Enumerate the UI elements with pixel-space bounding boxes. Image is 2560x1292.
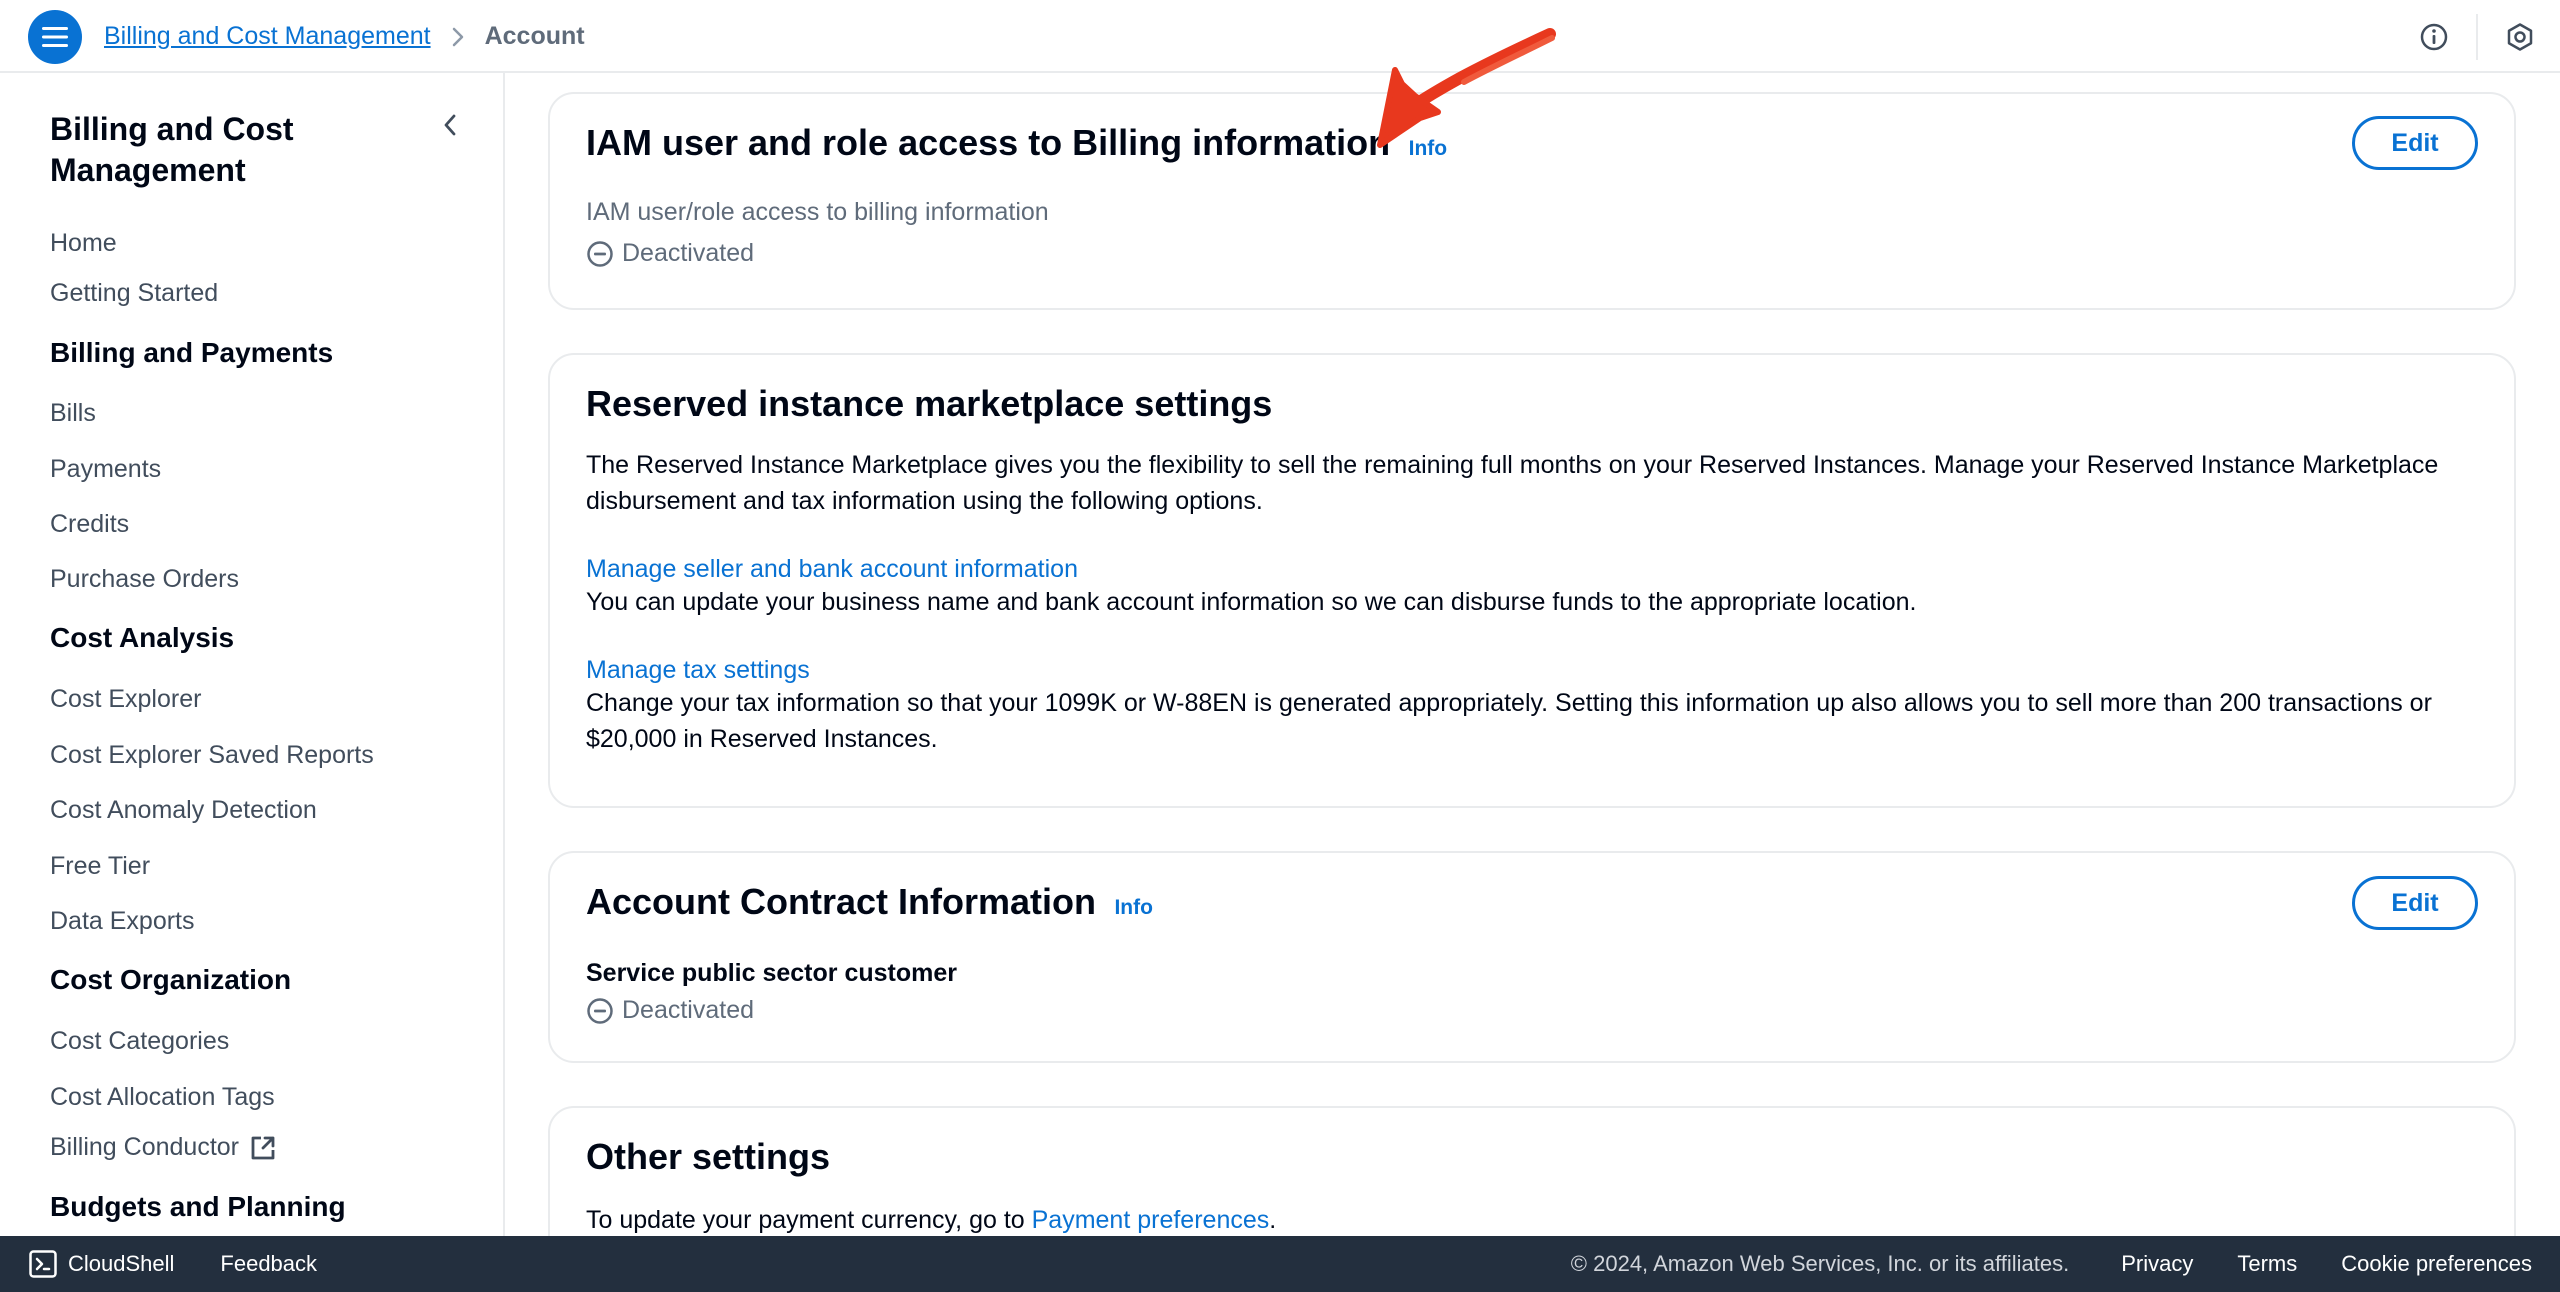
account-contract-card: Account Contract Information Info Edit S…: [548, 851, 2516, 1063]
reserved-instance-card: Reserved instance marketplace settings T…: [548, 353, 2516, 808]
other-card-title: Other settings: [586, 1136, 831, 1177]
contract-status-text: Deactivated: [622, 996, 755, 1024]
sidebar-item-bills[interactable]: Bills: [50, 399, 96, 428]
chevron-right-icon: [451, 26, 465, 48]
sidebar-item-cost-allocation-tags[interactable]: Cost Allocation Tags: [50, 1083, 275, 1112]
sidebar-item-cost-explorer[interactable]: Cost Explorer: [50, 685, 201, 714]
sidebar-item-cost-anomaly-detection[interactable]: Cost Anomaly Detection: [50, 796, 317, 825]
ri-card-title: Reserved instance marketplace settings: [586, 383, 1273, 424]
manage-tax-link[interactable]: Manage tax settings: [586, 656, 2478, 685]
sidebar-item-label: Billing Conductor: [50, 1133, 239, 1161]
feedback-button[interactable]: Feedback: [220, 1251, 317, 1277]
sidebar-item-credits[interactable]: Credits: [50, 510, 129, 539]
settings-button[interactable]: [2500, 17, 2540, 57]
minus-circle-icon: [587, 240, 613, 267]
iam-status: Deactivated: [586, 239, 2478, 268]
contract-info-link[interactable]: Info: [1114, 896, 1152, 920]
top-icons: [2414, 0, 2560, 73]
terms-link[interactable]: Terms: [2237, 1251, 2297, 1277]
info-circle-icon: [2420, 23, 2448, 50]
console-footer: CloudShell Feedback © 2024, Amazon Web S…: [0, 1236, 2560, 1292]
menu-button[interactable]: [28, 10, 82, 64]
info-panel-button[interactable]: [2414, 17, 2454, 57]
payment-currency-prefix: To update your payment currency, go to: [586, 1206, 1032, 1234]
manage-seller-link[interactable]: Manage seller and bank account informati…: [586, 555, 2478, 584]
cloudshell-button[interactable]: CloudShell: [28, 1249, 174, 1279]
payment-currency-suffix: .: [1269, 1206, 1277, 1234]
sidebar-heading-cost-organization: Cost Organization: [50, 964, 292, 995]
copyright-text: © 2024, Amazon Web Services, Inc. or its…: [1570, 1251, 2070, 1276]
breadcrumb-billing-link[interactable]: Billing and Cost Management: [104, 22, 431, 51]
top-navigation-bar: Billing and Cost Management Account: [0, 0, 2560, 73]
annotation-arrow-icon: [1377, 28, 1556, 148]
iam-card-title: IAM user and role access to Billing info…: [586, 122, 1391, 163]
collapse-sidebar-button[interactable]: [436, 111, 464, 139]
contract-card-title: Account Contract Information: [586, 881, 1096, 922]
footer-right: © 2024, Amazon Web Services, Inc. or its…: [1571, 1236, 2532, 1292]
top-divider: [2476, 13, 2478, 60]
minus-circle-icon: [587, 997, 613, 1024]
breadcrumb: Billing and Cost Management Account: [104, 0, 585, 73]
sidebar-heading-budgets-planning: Budgets and Planning: [50, 1191, 346, 1222]
iam-edit-button[interactable]: Edit: [2352, 116, 2478, 170]
sidebar-item-billing-conductor[interactable]: Billing Conductor: [50, 1133, 277, 1162]
contract-status: Deactivated: [586, 996, 2478, 1025]
cookie-preferences-link[interactable]: Cookie preferences: [2341, 1251, 2532, 1277]
hexagon-gear-icon: [2507, 22, 2533, 51]
seller-description: You can update your business name and ba…: [586, 588, 1917, 616]
tax-description: Change your tax information so that your…: [586, 689, 2432, 753]
contract-field-label: Service public sector customer: [586, 959, 957, 987]
iam-status-text: Deactivated: [622, 239, 755, 267]
payment-preferences-link[interactable]: Payment preferences: [1032, 1206, 1270, 1234]
ri-description: The Reserved Instance Marketplace gives …: [586, 451, 2439, 515]
sidebar: Billing and Cost Management Home Getting…: [0, 73, 505, 1236]
footer-left: CloudShell Feedback: [28, 1236, 317, 1292]
sidebar-heading-billing-payments: Billing and Payments: [50, 337, 334, 368]
sidebar-item-free-tier[interactable]: Free Tier: [50, 852, 150, 881]
hamburger-icon: [42, 27, 68, 47]
breadcrumb-current: Account: [484, 22, 585, 50]
sidebar-item-getting-started[interactable]: Getting Started: [50, 279, 218, 308]
chevron-left-icon: [444, 114, 456, 136]
sidebar-item-home[interactable]: Home: [50, 229, 117, 258]
cloudshell-icon: [29, 1250, 57, 1278]
sidebar-item-cost-categories[interactable]: Cost Categories: [50, 1027, 229, 1056]
cloudshell-label: CloudShell: [68, 1251, 175, 1276]
privacy-link[interactable]: Privacy: [2121, 1251, 2193, 1277]
contract-edit-button[interactable]: Edit: [2352, 876, 2478, 930]
sidebar-item-data-exports[interactable]: Data Exports: [50, 907, 195, 936]
iam-field-label: IAM user/role access to billing informat…: [586, 198, 1049, 226]
sidebar-item-cost-explorer-saved-reports[interactable]: Cost Explorer Saved Reports: [50, 741, 374, 770]
sidebar-title: Billing and Cost Management: [50, 111, 294, 188]
sidebar-item-payments[interactable]: Payments: [50, 455, 161, 484]
sidebar-item-purchase-orders[interactable]: Purchase Orders: [50, 565, 239, 594]
payment-currency-text: To update your payment currency, go to P…: [586, 1202, 2478, 1238]
sidebar-heading-cost-analysis: Cost Analysis: [50, 622, 235, 653]
external-link-icon: [249, 1134, 277, 1162]
